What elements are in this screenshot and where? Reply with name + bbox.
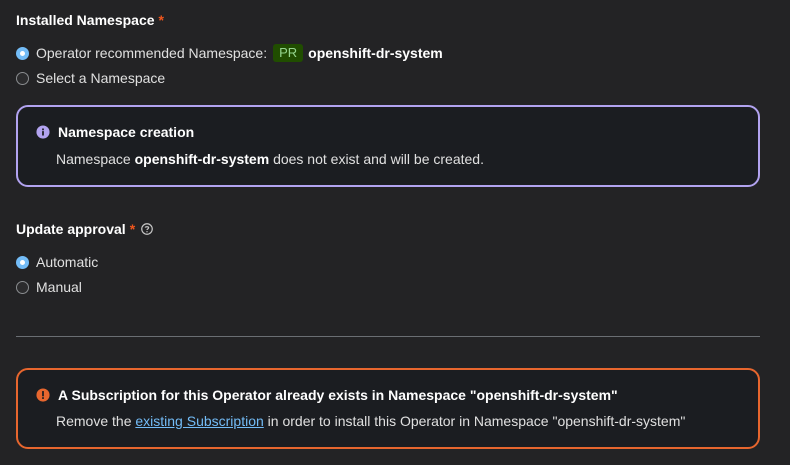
alert-body-namespace: openshift-dr-system	[134, 151, 270, 167]
existing-subscription-link[interactable]: existing Subscription	[135, 413, 263, 429]
namespace-creation-alert-title: Namespace creation	[36, 124, 194, 140]
update-approval-label-text: Update approval	[16, 221, 126, 237]
danger-alert-body-suffix: in order to install this Operator in Nam…	[267, 413, 686, 429]
alert-title-text: Namespace creation	[58, 124, 195, 140]
radio-select-namespace-input[interactable]	[16, 71, 29, 85]
manual-label: Manual	[36, 279, 82, 295]
alert-body-suffix: does not exist and will be created.	[273, 151, 484, 167]
required-mark: *	[129, 221, 136, 237]
recommended-namespace-name: openshift-dr-system	[308, 45, 443, 61]
installed-namespace-label: Installed Namespace *	[16, 12, 164, 28]
subscription-exists-alert-body: Remove the existing Subscription in orde…	[56, 413, 685, 429]
question-circle-icon[interactable]	[141, 223, 154, 235]
required-mark: *	[158, 12, 164, 28]
subscription-exists-alert-title: A Subscription for this Operator already…	[36, 387, 618, 403]
divider	[16, 336, 760, 337]
radio-manual[interactable]: Manual	[16, 278, 82, 296]
subscription-exists-alert: A Subscription for this Operator already…	[16, 368, 760, 449]
operator-install-form: Installed Namespace * Operator recommende…	[0, 0, 790, 465]
namespace-creation-alert: Namespace creation Namespace openshift-d…	[16, 105, 760, 187]
radio-recommended-namespace-input[interactable]	[16, 46, 29, 60]
danger-alert-title-text: A Subscription for this Operator already…	[58, 387, 618, 403]
radio-recommended-namespace[interactable]: Operator recommended Namespace: PR opens…	[16, 44, 443, 62]
alert-body-prefix: Namespace	[56, 151, 131, 167]
select-namespace-label: Select a Namespace	[36, 70, 166, 86]
update-approval-label: Update approval *	[16, 221, 154, 237]
radio-manual-input[interactable]	[16, 280, 29, 294]
info-circle-icon	[36, 125, 50, 139]
project-badge: PR	[273, 44, 304, 62]
exclamation-circle-icon	[36, 388, 50, 402]
radio-automatic[interactable]: Automatic	[16, 253, 98, 271]
namespace-creation-alert-body: Namespace openshift-dr-system does not e…	[56, 151, 484, 167]
danger-alert-body-prefix: Remove the	[56, 413, 132, 429]
radio-automatic-input[interactable]	[16, 255, 29, 269]
installed-namespace-label-text: Installed Namespace	[16, 12, 155, 28]
automatic-label: Automatic	[36, 254, 99, 270]
recommended-namespace-label: Operator recommended Namespace:	[36, 45, 268, 61]
radio-select-namespace[interactable]: Select a Namespace	[16, 69, 165, 87]
